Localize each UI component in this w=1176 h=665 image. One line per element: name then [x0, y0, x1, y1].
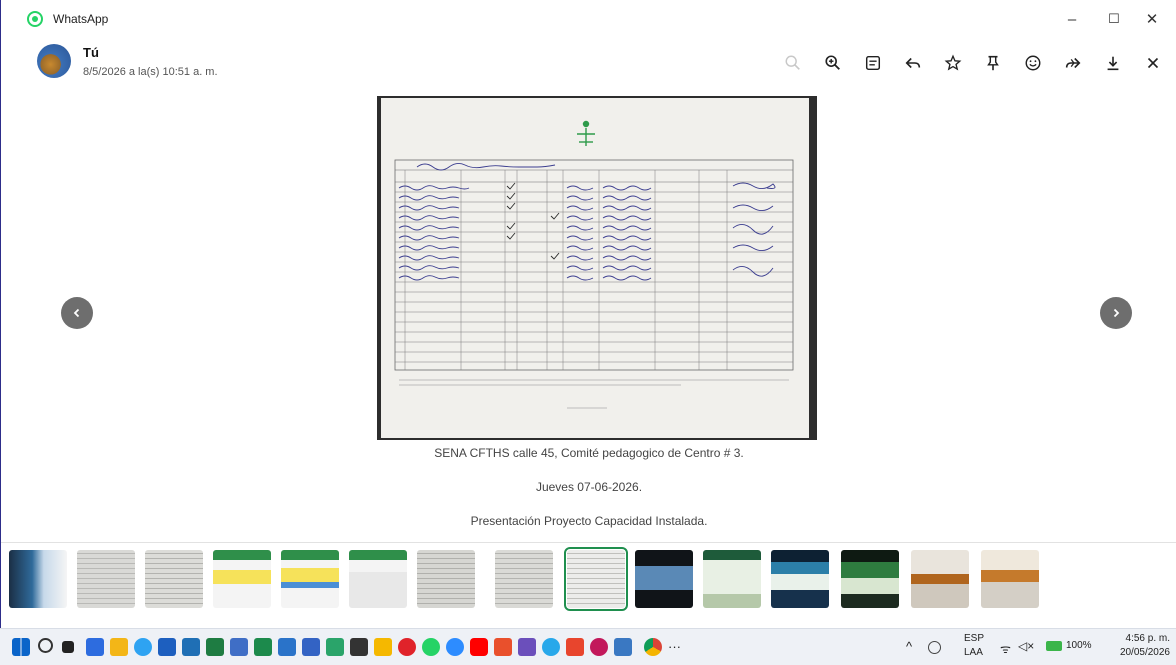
- go-to-message-button[interactable]: [857, 50, 889, 76]
- avatar[interactable]: [37, 44, 71, 78]
- sender-name: Tú: [83, 45, 99, 60]
- app-icon[interactable]: [494, 638, 512, 656]
- pin-icon: [987, 55, 999, 71]
- app-icon[interactable]: [230, 638, 248, 656]
- download-button[interactable]: [1097, 50, 1129, 76]
- download-icon: [1107, 56, 1119, 71]
- whatsapp-window: WhatsApp – ☐ ✕ Tú 8/5/2026 a la(s) 10:51…: [0, 0, 1176, 628]
- tray-app-icon[interactable]: [928, 641, 941, 654]
- app-icon[interactable]: [254, 638, 272, 656]
- app-icon[interactable]: [302, 638, 320, 656]
- star-icon: [944, 54, 962, 71]
- react-button[interactable]: [1017, 50, 1049, 76]
- star-button[interactable]: [937, 50, 969, 76]
- close-viewer-button[interactable]: [1137, 50, 1169, 76]
- thumbnail-7[interactable]: [417, 550, 475, 608]
- next-image-button[interactable]: [1100, 297, 1132, 329]
- widgets-icon[interactable]: [86, 638, 104, 656]
- emoji-icon: [1025, 55, 1041, 71]
- thumbnail-4[interactable]: [213, 550, 271, 608]
- task-view-icon[interactable]: [62, 641, 74, 653]
- whatsapp-icon[interactable]: [422, 638, 440, 656]
- thumbnail-1[interactable]: [9, 550, 67, 608]
- clock-time[interactable]: 4:56 p. m.: [1120, 633, 1170, 644]
- thumbnail-11[interactable]: [703, 550, 761, 608]
- chrome-icon[interactable]: [644, 638, 662, 656]
- volume-muted-icon[interactable]: ◁×: [1018, 639, 1034, 653]
- zoom-out-button[interactable]: [777, 50, 809, 76]
- thumbnail-10[interactable]: [635, 550, 693, 608]
- start-icon[interactable]: [12, 638, 30, 656]
- app-icon[interactable]: [518, 638, 536, 656]
- close-icon: [1147, 57, 1159, 69]
- wifi-icon[interactable]: ᯤ: [1000, 640, 1011, 657]
- minimize-button[interactable]: –: [1049, 0, 1095, 38]
- chevron-left-icon: [73, 308, 80, 318]
- app-icon[interactable]: [398, 638, 416, 656]
- viewer-toolbar: [777, 50, 1169, 76]
- forward-button[interactable]: [1057, 50, 1089, 76]
- caption-line: Presentación Proyecto Capacidad Instalad…: [470, 514, 708, 528]
- pin-button[interactable]: [977, 50, 1009, 76]
- thumbnail-15[interactable]: [981, 550, 1039, 608]
- zoom-out-icon: [785, 55, 800, 70]
- chevron-right-icon: [1113, 308, 1120, 318]
- message-icon: [865, 55, 881, 71]
- thumbnail-selected[interactable]: [564, 547, 628, 611]
- app-icon[interactable]: [278, 638, 296, 656]
- previous-image-button[interactable]: [61, 297, 93, 329]
- app-icon[interactable]: [590, 638, 608, 656]
- battery-icon[interactable]: [1046, 641, 1062, 651]
- reply-button[interactable]: [897, 50, 929, 76]
- thumbnail-3[interactable]: [145, 550, 203, 608]
- main-image[interactable]: [377, 96, 817, 440]
- battery-percent: 100%: [1066, 640, 1092, 651]
- thumbnail-14[interactable]: [911, 550, 969, 608]
- language-code[interactable]: ESP: [964, 633, 984, 644]
- app-title: WhatsApp: [53, 12, 109, 26]
- caption-line: SENA CFTHS calle 45, Comité pedagogico d…: [434, 446, 744, 460]
- message-timestamp: 8/5/2026 a la(s) 10:51 a. m.: [83, 66, 218, 78]
- close-window-button[interactable]: ✕: [1129, 0, 1175, 38]
- show-hidden-icons-button[interactable]: ^: [906, 639, 912, 654]
- edge-icon[interactable]: [134, 638, 152, 656]
- caption-line: Jueves 07-06-2026.: [535, 480, 643, 494]
- thumbnail-12[interactable]: [771, 550, 829, 608]
- app-icon[interactable]: [326, 638, 344, 656]
- more-apps-button[interactable]: ···: [668, 639, 681, 654]
- store-icon[interactable]: [158, 638, 176, 656]
- title-bar: WhatsApp: [1, 0, 1176, 38]
- app-icon[interactable]: [614, 638, 632, 656]
- thumbnail-13[interactable]: [841, 550, 899, 608]
- attendance-sheet-photo: [381, 98, 809, 438]
- youtube-icon[interactable]: [470, 638, 488, 656]
- divider: [1, 542, 1176, 543]
- app-icon[interactable]: [566, 638, 584, 656]
- excel-icon[interactable]: [206, 638, 224, 656]
- zoom-app-icon[interactable]: [446, 638, 464, 656]
- thumbnail-8[interactable]: [495, 550, 553, 608]
- app-icon[interactable]: [182, 638, 200, 656]
- thumbnail-6[interactable]: [349, 550, 407, 608]
- onedrive-icon[interactable]: [542, 638, 560, 656]
- sena-logo-icon: [577, 120, 595, 146]
- thumbnail-2[interactable]: [77, 550, 135, 608]
- thumbnail-strip: [1, 546, 1176, 612]
- app-icon[interactable]: [350, 638, 368, 656]
- whatsapp-logo-icon: [27, 11, 43, 27]
- zoom-in-icon: [825, 55, 840, 70]
- reply-icon: [905, 57, 921, 69]
- app-icon[interactable]: [374, 638, 392, 656]
- forward-icon: [1065, 57, 1081, 69]
- thumbnail-5[interactable]: [281, 550, 339, 608]
- clock-date[interactable]: 20/05/2026: [1106, 647, 1170, 658]
- file-explorer-icon[interactable]: [110, 638, 128, 656]
- keyboard-layout[interactable]: LAA: [964, 647, 983, 658]
- zoom-in-button[interactable]: [817, 50, 849, 76]
- windows-taskbar: ··· ^ ESP LAA ᯤ ◁× 100% 4:56 p. m. 20/05…: [0, 628, 1176, 665]
- search-icon[interactable]: [38, 638, 53, 653]
